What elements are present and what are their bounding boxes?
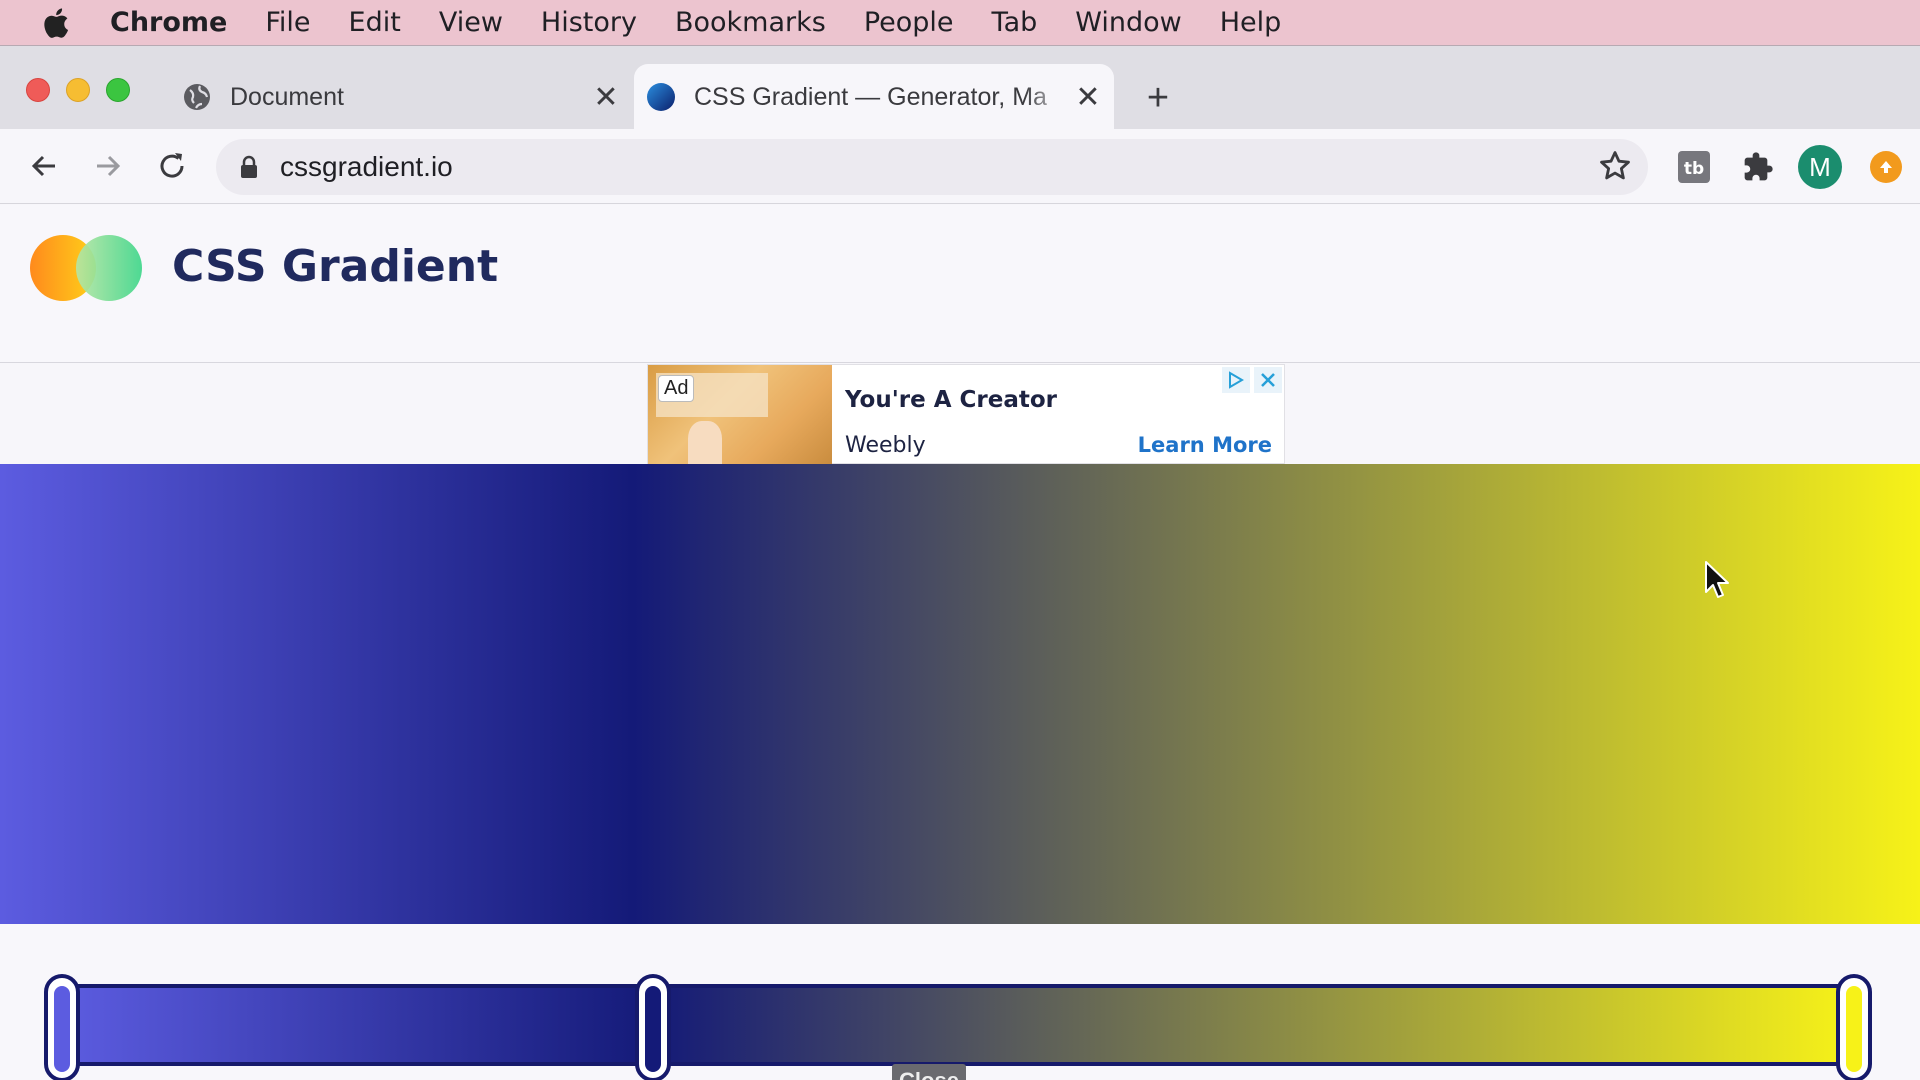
ad-close-icon[interactable] <box>1254 367 1282 393</box>
tab-document[interactable]: Document ✕ <box>170 64 632 130</box>
gradient-slider-area: Close <box>0 924 1920 1080</box>
tab-close-icon[interactable]: ✕ <box>588 79 624 115</box>
ad-badge: Ad <box>658 375 695 402</box>
site-header: CSS Gradient <box>0 205 1920 363</box>
url-text: cssgradient.io <box>280 151 453 182</box>
tab-strip: Document ✕ CSS Gradient — Generator, Ma … <box>0 45 1920 130</box>
menu-file[interactable]: File <box>265 7 310 38</box>
window-minimize-button[interactable] <box>66 78 90 102</box>
back-arrow-icon[interactable] <box>24 146 64 186</box>
ad-banner[interactable]: Ad You're A Creator Weebly Learn More <box>647 364 1285 465</box>
tab-css-gradient[interactable]: CSS Gradient — Generator, Ma ✕ <box>634 64 1114 130</box>
new-tab-button[interactable]: + <box>1140 77 1176 119</box>
color-stop-handle[interactable] <box>44 974 80 1080</box>
adchoices-icon[interactable] <box>1222 367 1250 393</box>
window-zoom-button[interactable] <box>106 78 130 102</box>
globe-icon <box>184 84 210 110</box>
menu-history[interactable]: History <box>541 7 637 38</box>
apple-icon[interactable] <box>0 6 110 40</box>
reload-icon[interactable] <box>152 146 192 186</box>
menu-app-chrome[interactable]: Chrome <box>110 7 227 38</box>
extension-tb-icon[interactable]: tb <box>1674 147 1714 187</box>
ad-headline[interactable]: You're A Creator <box>845 387 1057 413</box>
menu-tab[interactable]: Tab <box>992 7 1038 38</box>
svg-text:tb: tb <box>1684 159 1704 179</box>
window-close-button[interactable] <box>26 78 50 102</box>
gradient-slider-track[interactable] <box>58 984 1858 1066</box>
bookmark-star-icon[interactable] <box>1598 149 1632 183</box>
update-arrow-icon[interactable] <box>1870 151 1902 183</box>
profile-avatar[interactable]: M <box>1798 145 1842 189</box>
ad-learn-more-link[interactable]: Learn More <box>1138 433 1272 457</box>
site-title[interactable]: CSS Gradient <box>172 241 498 292</box>
menu-view[interactable]: View <box>439 7 503 38</box>
menu-bookmarks[interactable]: Bookmarks <box>675 7 826 38</box>
tab-title: Document <box>230 82 344 111</box>
mouse-cursor-icon <box>1705 561 1729 598</box>
close-tooltip: Close <box>892 1064 966 1080</box>
gradient-preview[interactable] <box>0 464 1920 924</box>
cssgradient-favicon <box>647 83 675 111</box>
menu-people[interactable]: People <box>864 7 954 38</box>
color-stop-handle[interactable] <box>1836 974 1872 1080</box>
tab-title: CSS Gradient — Generator, Ma <box>694 82 1047 111</box>
ad-brand: Weebly <box>845 433 926 458</box>
tab-close-icon[interactable]: ✕ <box>1070 79 1106 115</box>
extensions-puzzle-icon[interactable] <box>1738 147 1778 187</box>
address-bar[interactable]: cssgradient.io <box>216 139 1648 195</box>
menu-bar: Chrome File Edit View History Bookmarks … <box>0 0 1920 45</box>
menu-help[interactable]: Help <box>1220 7 1282 38</box>
color-stop-handle[interactable] <box>635 974 671 1080</box>
browser-toolbar: cssgradient.io tb M <box>0 129 1920 204</box>
lock-icon <box>241 155 257 178</box>
menu-window[interactable]: Window <box>1075 7 1181 38</box>
menu-edit[interactable]: Edit <box>349 7 401 38</box>
forward-arrow-icon[interactable] <box>88 146 128 186</box>
site-logo[interactable] <box>30 235 144 301</box>
